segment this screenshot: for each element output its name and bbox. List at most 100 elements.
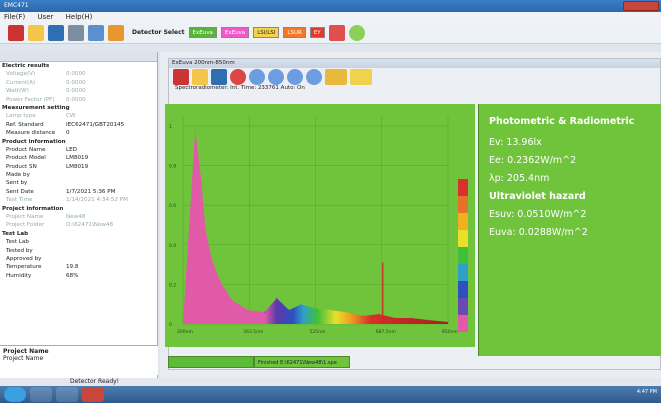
print-icon[interactable] [88,24,104,41]
property-value: 0.0000 [66,79,86,86]
data-point [394,317,396,319]
color-scale-segment [458,230,468,247]
property-value: New48 [66,214,86,221]
menu-user[interactable]: User [37,13,53,21]
data-point [447,321,449,323]
property-key: Tested by [6,247,33,254]
data-point [219,279,221,282]
ee-value: Ee: 0.2362W/m^2 [489,155,577,166]
taskbar: 4:47 PM [0,386,661,403]
window-controls[interactable] [623,1,659,11]
property-row[interactable]: Product SN LM8019 [0,163,157,171]
property-row[interactable]: Project Name New48 [0,213,157,221]
x-tick-label: 363.5nm [243,329,263,335]
property-key: Approved by [6,255,42,262]
exit-icon[interactable] [173,68,189,85]
spectro-settings: Spectroradiometer: Int. Time: 233761 Aut… [175,85,305,91]
measure-icon[interactable] [306,68,322,85]
color-scale-segment [458,247,468,264]
uv-lamp-icon[interactable] [325,68,347,85]
property-key: Voltage(V) [6,71,36,78]
pill-lsur[interactable]: LSUR [283,27,306,38]
property-row[interactable]: Test Time 1/14/2021 4:34:52 PM [0,196,157,204]
property-row[interactable]: Power Factor (PF) 0.0000 [0,96,157,104]
property-value: 68% [66,272,79,279]
section-header[interactable]: Electric results [0,62,157,70]
section-header[interactable]: Project information [0,205,157,213]
property-row[interactable]: Approved by [0,255,157,263]
property-row[interactable]: Lamp type CW [0,112,157,120]
pill-exeuva[interactable]: ExEuva [220,27,250,38]
data-point [182,323,184,325]
edit-icon[interactable] [108,24,124,41]
property-tree: Electric results Voltage(V) 0.0000 Current(… [0,62,157,280]
property-row[interactable]: Test Lab [0,238,157,246]
measure-icon[interactable] [268,68,284,85]
measure-icon[interactable] [287,68,303,85]
property-row[interactable]: Humidity 68% [0,272,157,280]
property-row[interactable]: Sent Date 1/7/2021 5:36 PM [0,188,157,196]
y-tick-label: 0.6 [169,203,176,209]
property-row[interactable]: Ref. Standard IEC62471/GBT20145 [0,121,157,129]
stop-icon[interactable] [230,68,246,85]
property-row[interactable]: Tested by [0,247,157,255]
color-scale-segment [458,281,468,298]
results-panel: Photometric & Radiometric Ev: 13.96lx Ee… [478,104,661,356]
property-value: CW [66,113,76,120]
property-row[interactable]: Sent by [0,179,157,187]
pill-lsi[interactable]: LSI/LSI [253,27,280,38]
property-key: Product SN [6,163,37,170]
project-name-value: Project Name [3,355,44,362]
y-tick-label: 0.2 [169,282,176,288]
menu-help[interactable]: Help(H) [66,13,93,21]
color-scale-segment [458,196,468,213]
peak-wavelength: λp: 205.4nm [489,173,550,184]
open-folder-icon[interactable] [192,68,208,85]
property-row[interactable]: Product Name LED [0,146,157,154]
save-icon[interactable] [211,68,227,85]
left-pane: Electric results Voltage(V) 0.0000 Current(… [0,52,158,378]
property-key: Temperature [6,264,42,271]
property-row[interactable]: Voltage(V) 0.0000 [0,70,157,78]
color-scale-segment [458,179,468,196]
property-row[interactable]: Product Model LM8019 [0,154,157,162]
property-row[interactable]: Current(A) 0.0000 [0,79,157,87]
property-key: Test Time [6,197,33,204]
color-scale-segment [458,315,468,332]
property-row[interactable]: Made by [0,171,157,179]
vis-lamp-icon[interactable] [350,68,372,85]
go-icon[interactable] [348,24,365,41]
data-point [200,180,202,182]
progress-text: Finished E:\62471\New48\1.spe [254,356,350,368]
property-row[interactable]: Temperature 19.8 [0,263,157,271]
x-tick-label: 200nm [177,329,193,335]
section-header[interactable]: Measurement setting [0,104,157,112]
left-pane-tabs[interactable] [0,52,157,62]
data-point [288,309,290,311]
open-folder-icon[interactable] [28,24,44,41]
app-icon[interactable] [82,387,104,402]
exit-icon[interactable] [8,24,24,41]
ie-icon[interactable] [30,387,52,402]
menu-file[interactable]: File(F) [4,13,25,21]
property-row[interactable]: Project Folder D:\62471\New48 [0,221,157,229]
detector-select[interactable]: ExEuva [188,27,217,38]
pill-ey[interactable]: EY [309,27,325,38]
uv-hazard-title: Ultraviolet hazard [489,191,586,202]
property-row[interactable]: Watt(W) 0.0000 [0,87,157,95]
settings-icon[interactable] [328,24,345,41]
color-scale-segment [458,264,468,281]
section-header[interactable]: Product information [0,138,157,146]
data-point [410,317,412,319]
property-row[interactable]: Measure distance 0 [0,129,157,137]
save-icon[interactable] [48,24,64,41]
section-header[interactable]: Test Lab [0,230,157,238]
property-value: IEC62471/GBT20145 [66,121,125,128]
user-icon[interactable] [68,24,84,41]
start-icon[interactable] [4,387,26,402]
folder-icon[interactable] [56,387,78,402]
property-key: Sent Date [6,188,34,195]
color-scale-segment [458,298,468,315]
clock: 4:47 PM [636,389,657,395]
measure-icon[interactable] [249,68,265,85]
